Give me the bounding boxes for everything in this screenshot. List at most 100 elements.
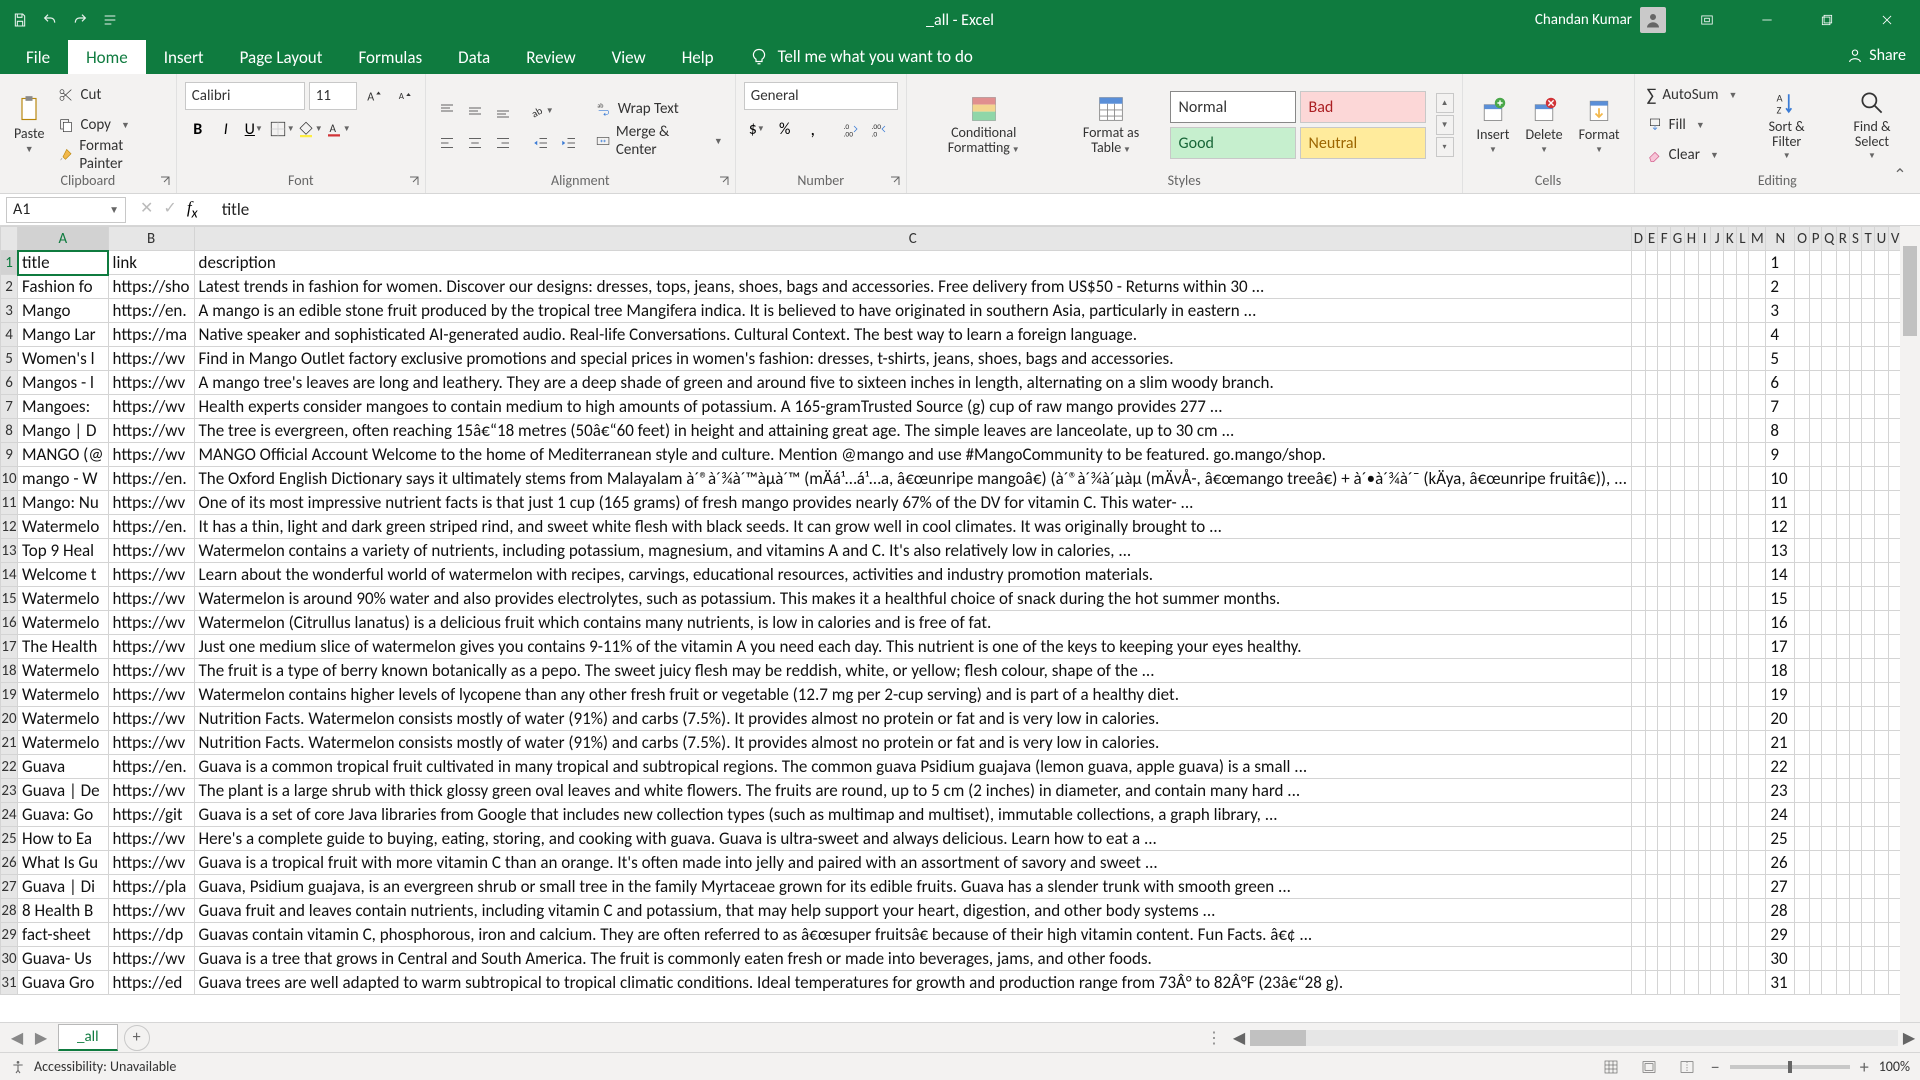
- cell-T21[interactable]: [1862, 731, 1875, 755]
- format-as-table-button[interactable]: Format as Table ▼: [1061, 95, 1162, 156]
- cell-L3[interactable]: [1736, 299, 1749, 323]
- cell-F18[interactable]: [1658, 659, 1671, 683]
- cell-D1[interactable]: [1632, 251, 1646, 275]
- cell-K25[interactable]: [1724, 827, 1737, 851]
- cell-P11[interactable]: [1809, 491, 1822, 515]
- cell-E24[interactable]: [1645, 803, 1658, 827]
- tab-home[interactable]: Home: [68, 40, 146, 74]
- cell-Q30[interactable]: [1822, 947, 1837, 971]
- cell-O15[interactable]: [1795, 587, 1809, 611]
- cell-S28[interactable]: [1849, 899, 1862, 923]
- cell-K24[interactable]: [1724, 803, 1737, 827]
- cell-O30[interactable]: [1795, 947, 1809, 971]
- cell-I6[interactable]: [1698, 371, 1711, 395]
- cell-O26[interactable]: [1795, 851, 1809, 875]
- cell-P5[interactable]: [1809, 347, 1822, 371]
- close-icon[interactable]: [1858, 0, 1916, 40]
- cell-I13[interactable]: [1698, 539, 1711, 563]
- delete-cells-button[interactable]: Delete▼: [1519, 96, 1568, 155]
- cell-Q21[interactable]: [1822, 731, 1837, 755]
- cell-Q3[interactable]: [1822, 299, 1837, 323]
- cell-O11[interactable]: [1795, 491, 1809, 515]
- cell-J19[interactable]: [1711, 683, 1724, 707]
- cell-N20[interactable]: 20: [1766, 707, 1795, 731]
- cell-J14[interactable]: [1711, 563, 1724, 587]
- cell-R7[interactable]: [1836, 395, 1849, 419]
- sheet-tab-active[interactable]: _all: [58, 1024, 118, 1051]
- copy-button[interactable]: Copy▼: [54, 111, 167, 139]
- fill-button[interactable]: Fill▼: [1643, 111, 1742, 139]
- cell-S9[interactable]: [1849, 443, 1862, 467]
- cell-D30[interactable]: [1632, 947, 1646, 971]
- grow-font-icon[interactable]: A: [361, 83, 387, 109]
- cell-N8[interactable]: 8: [1766, 419, 1795, 443]
- cell-N27[interactable]: 27: [1766, 875, 1795, 899]
- cell-G13[interactable]: [1670, 539, 1684, 563]
- cell-H16[interactable]: [1684, 611, 1698, 635]
- cell-C1[interactable]: description: [194, 251, 1632, 275]
- align-left-icon[interactable]: [434, 130, 460, 156]
- cell-U25[interactable]: [1874, 827, 1888, 851]
- cell-I29[interactable]: [1698, 923, 1711, 947]
- cell-L12[interactable]: [1736, 515, 1749, 539]
- cell-F10[interactable]: [1658, 467, 1671, 491]
- zoom-in-icon[interactable]: +: [1860, 1056, 1869, 1078]
- cell-H10[interactable]: [1684, 467, 1698, 491]
- cell-R28[interactable]: [1836, 899, 1849, 923]
- cell-B25[interactable]: https://wv: [108, 827, 194, 851]
- cell-B31[interactable]: https://ed: [108, 971, 194, 995]
- cell-T16[interactable]: [1862, 611, 1875, 635]
- cell-G6[interactable]: [1670, 371, 1684, 395]
- cell-N7[interactable]: 7: [1766, 395, 1795, 419]
- cell-T8[interactable]: [1862, 419, 1875, 443]
- cell-B3[interactable]: https://en.: [108, 299, 194, 323]
- cell-E3[interactable]: [1645, 299, 1658, 323]
- fill-color-button[interactable]: ▼: [297, 116, 323, 142]
- cell-A11[interactable]: Mango: Nu: [18, 491, 109, 515]
- cell-T11[interactable]: [1862, 491, 1875, 515]
- cell-M29[interactable]: [1749, 923, 1766, 947]
- cell-M17[interactable]: [1749, 635, 1766, 659]
- cell-K17[interactable]: [1724, 635, 1737, 659]
- font-size-selector[interactable]: [309, 82, 357, 110]
- cell-F12[interactable]: [1658, 515, 1671, 539]
- cell-C25[interactable]: Here's a complete guide to buying, eatin…: [194, 827, 1632, 851]
- cell-U1[interactable]: [1874, 251, 1888, 275]
- cell-M28[interactable]: [1749, 899, 1766, 923]
- cell-L1[interactable]: [1736, 251, 1749, 275]
- cell-N4[interactable]: 4: [1766, 323, 1795, 347]
- collapse-ribbon-icon[interactable]: ⌃: [1890, 165, 1910, 185]
- cell-B30[interactable]: https://wv: [108, 947, 194, 971]
- cell-F4[interactable]: [1658, 323, 1671, 347]
- cell-K10[interactable]: [1724, 467, 1737, 491]
- cell-M30[interactable]: [1749, 947, 1766, 971]
- cell-C22[interactable]: Guava is a common tropical fruit cultiva…: [194, 755, 1632, 779]
- row-head-1[interactable]: 1: [1, 251, 18, 275]
- cell-E25[interactable]: [1645, 827, 1658, 851]
- cell-A10[interactable]: mango - W: [18, 467, 109, 491]
- cell-C5[interactable]: Find in Mango Outlet factory exclusive p…: [194, 347, 1632, 371]
- cell-L19[interactable]: [1736, 683, 1749, 707]
- cell-O20[interactable]: [1795, 707, 1809, 731]
- cell-B8[interactable]: https://wv: [108, 419, 194, 443]
- cell-M4[interactable]: [1749, 323, 1766, 347]
- cell-E22[interactable]: [1645, 755, 1658, 779]
- cell-L15[interactable]: [1736, 587, 1749, 611]
- zoom-slider[interactable]: [1730, 1065, 1850, 1069]
- decrease-indent-icon[interactable]: [528, 130, 554, 156]
- cell-F26[interactable]: [1658, 851, 1671, 875]
- cell-I21[interactable]: [1698, 731, 1711, 755]
- cell-P6[interactable]: [1809, 371, 1822, 395]
- cell-T5[interactable]: [1862, 347, 1875, 371]
- ribbon-display-icon[interactable]: [1678, 0, 1736, 40]
- cell-I26[interactable]: [1698, 851, 1711, 875]
- cell-P2[interactable]: [1809, 275, 1822, 299]
- cell-I5[interactable]: [1698, 347, 1711, 371]
- cell-T9[interactable]: [1862, 443, 1875, 467]
- cell-L21[interactable]: [1736, 731, 1749, 755]
- cell-D29[interactable]: [1632, 923, 1646, 947]
- cell-U14[interactable]: [1874, 563, 1888, 587]
- cell-H26[interactable]: [1684, 851, 1698, 875]
- cell-E28[interactable]: [1645, 899, 1658, 923]
- cell-H24[interactable]: [1684, 803, 1698, 827]
